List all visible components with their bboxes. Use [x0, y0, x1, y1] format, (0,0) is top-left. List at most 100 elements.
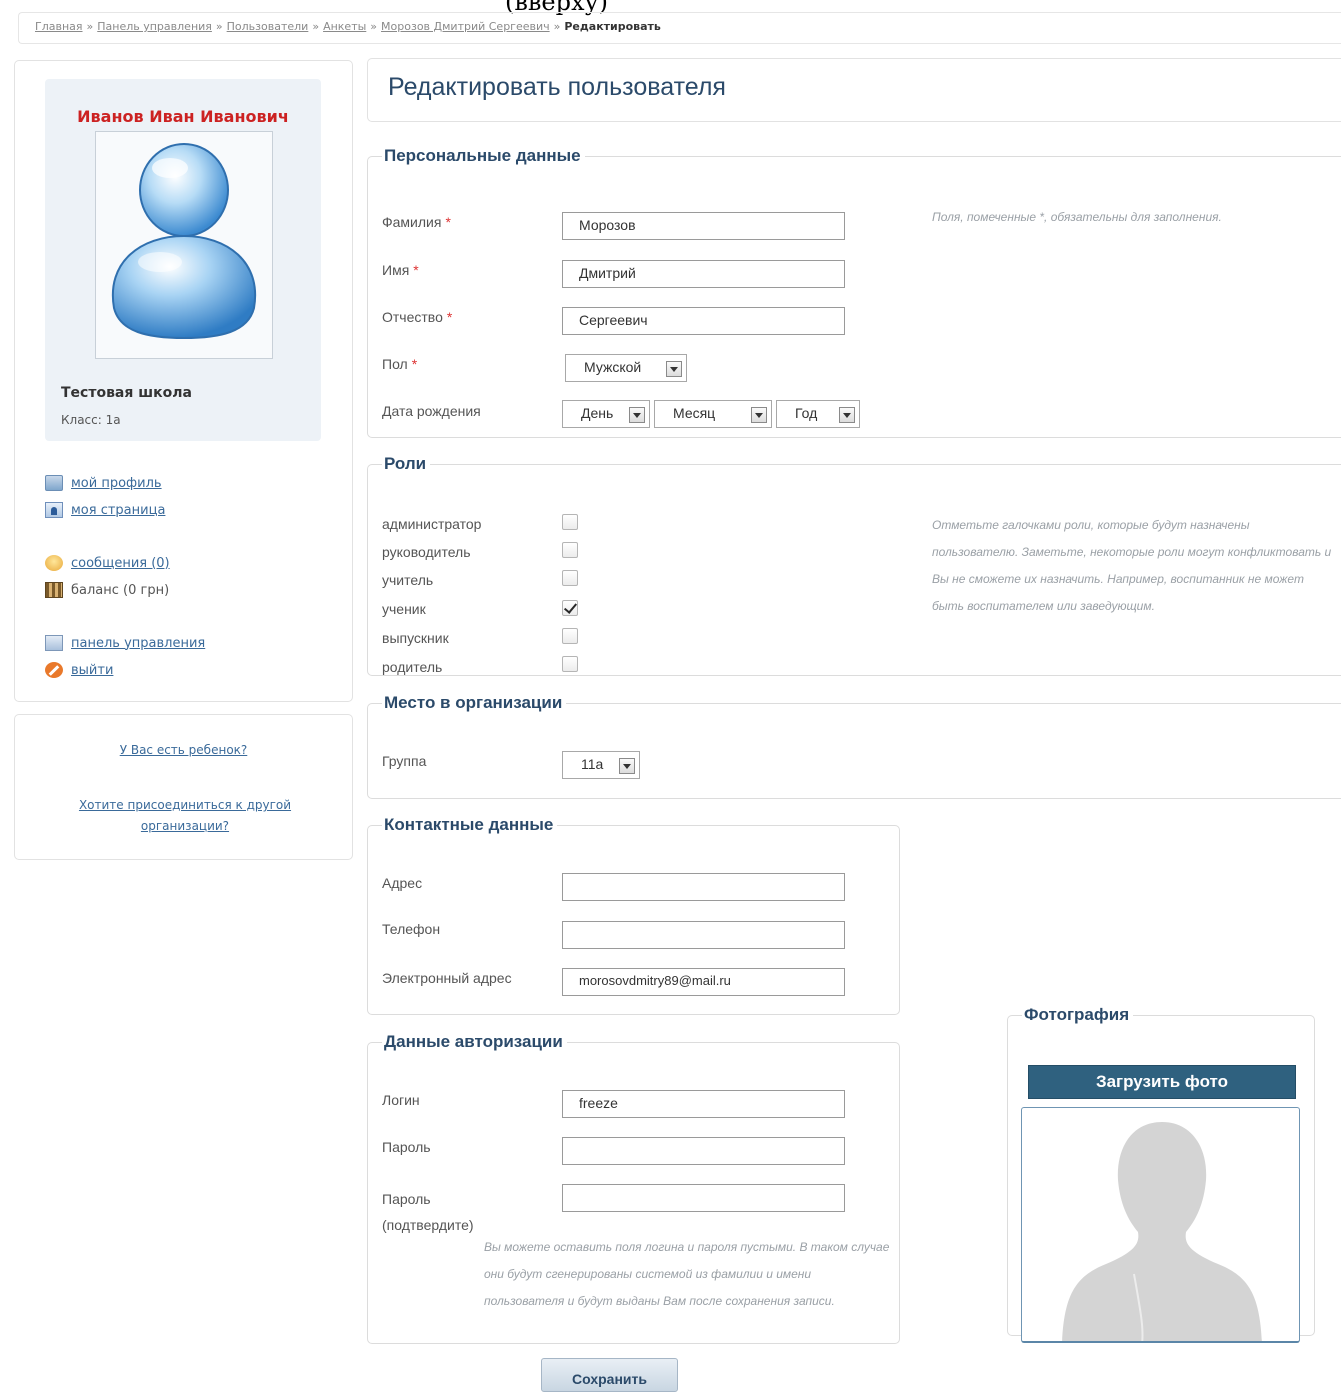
balance-icon — [45, 582, 63, 598]
photo-placeholder — [1021, 1107, 1300, 1343]
breadcrumb-separator: » — [215, 20, 223, 33]
nav-link-my-profile[interactable]: мой профиль — [71, 476, 162, 491]
group-select-value: 11а — [581, 756, 604, 772]
address-label: Адрес — [382, 875, 423, 891]
join-organization-link[interactable]: Хотите присоединиться к другой организац… — [79, 798, 291, 833]
role-checkbox-teacher[interactable] — [562, 570, 578, 586]
role-label-student: ученик — [382, 601, 426, 617]
breadcrumb-separator: » — [86, 20, 94, 33]
control-panel-icon — [45, 635, 63, 651]
password-field[interactable] — [562, 1137, 845, 1165]
breadcrumb: Главная» Панель управления» Пользователи» А… — [18, 12, 1341, 44]
personal-data-legend: Персональные данные — [384, 146, 581, 165]
user-page-icon — [45, 502, 63, 518]
phone-field[interactable] — [562, 921, 845, 949]
chevron-down-icon — [619, 758, 635, 774]
chevron-down-icon — [751, 407, 767, 423]
nav-link-messages[interactable]: сообщения (0) — [71, 556, 170, 571]
group-select[interactable]: 11а — [562, 751, 640, 779]
required-mark: * — [446, 309, 453, 325]
role-label-manager: руководитель — [382, 544, 471, 560]
class-label: Класс: 1а — [61, 413, 121, 427]
personal-data-section: Персональные данные Фамилия * Морозов Пол… — [367, 146, 1341, 438]
upload-photo-button[interactable]: Загрузить фото — [1028, 1065, 1296, 1099]
breadcrumb-separator: » — [312, 20, 320, 33]
lastname-field[interactable]: Морозов — [562, 212, 845, 240]
required-mark: * — [445, 214, 451, 230]
role-checkbox-manager[interactable] — [562, 542, 578, 558]
auth-section: Данные авторизации Логин freeze Пароль П… — [367, 1032, 900, 1344]
avatar — [95, 131, 273, 359]
gender-select[interactable]: Мужской — [565, 354, 687, 382]
gender-label: Пол * — [382, 356, 418, 372]
nav-link-logout[interactable]: выйти — [71, 663, 113, 678]
role-label-parent: родитель — [382, 659, 443, 675]
breadcrumb-link-control-panel[interactable]: Панель управления — [97, 20, 212, 33]
birth-year-value: Год — [795, 405, 818, 421]
nav-link-my-page[interactable]: моя страница — [71, 503, 165, 518]
firstname-field[interactable]: Дмитрий — [562, 260, 845, 288]
login-field[interactable]: freeze — [562, 1090, 845, 1118]
nav-item-messages[interactable]: сообщения (0) — [45, 555, 170, 571]
nav-item-balance: баланс (0 грн) — [45, 582, 169, 598]
role-label-graduate: выпускник — [382, 630, 449, 646]
nav-item-my-profile[interactable]: мой профиль — [45, 475, 162, 491]
lastname-label: Фамилия * — [382, 214, 451, 230]
breadcrumb-link-user[interactable]: Морозов Дмитрий Сергеевич — [381, 20, 550, 33]
birth-month-select[interactable]: Месяц — [654, 400, 772, 428]
group-label: Группа — [382, 753, 427, 769]
breadcrumb-current: Редактировать — [564, 20, 661, 33]
required-hint: Поля, помеченные *, обязательны для запо… — [932, 210, 1222, 224]
password-confirm-label: Пароль (подтвердите) — [382, 1191, 474, 1233]
required-mark: * — [411, 356, 418, 372]
photo-legend: Фотография — [1024, 1005, 1130, 1024]
role-checkbox-parent[interactable] — [562, 656, 578, 672]
role-checkbox-student[interactable] — [562, 600, 578, 616]
email-label: Электронный адрес — [382, 970, 512, 986]
organization-section: Место в организации Группа 11а — [367, 693, 1341, 799]
nav-link-control-panel[interactable]: панель управления — [71, 636, 205, 651]
profile-name: Иванов Иван Иванович — [77, 107, 289, 126]
breadcrumb-link-users[interactable]: Пользователи — [227, 20, 309, 33]
side-links-panel: У Вас есть ребенок? Хотите присоединитьс… — [14, 714, 353, 860]
gender-select-value: Мужской — [584, 359, 642, 375]
have-child-link[interactable]: У Вас есть ребенок? — [120, 743, 248, 757]
birth-month-value: Месяц — [673, 405, 716, 421]
birth-year-select[interactable]: Год — [776, 400, 860, 428]
role-label-teacher: учитель — [382, 572, 434, 588]
role-checkbox-graduate[interactable] — [562, 628, 578, 644]
contacts-legend: Контактные данные — [384, 815, 554, 834]
auth-hint: Вы можете оставить поля логина и пароля … — [484, 1240, 890, 1308]
required-mark: * — [413, 262, 419, 278]
page-title: Редактировать пользователя — [388, 73, 726, 101]
birth-day-value: День — [581, 405, 614, 421]
breadcrumb-separator: » — [370, 20, 378, 33]
birth-day-select[interactable]: День — [562, 400, 650, 428]
organization-legend: Место в организации — [384, 693, 563, 712]
chevron-down-icon — [629, 407, 645, 423]
chevron-down-icon — [666, 361, 682, 377]
nav-item-my-page[interactable]: моя страница — [45, 502, 165, 518]
nav-item-logout[interactable]: выйти — [45, 662, 113, 678]
chevron-down-icon — [839, 407, 855, 423]
roles-hint: Отметьте галочками роли, которые будут н… — [932, 518, 1332, 613]
password-confirm-field[interactable] — [562, 1184, 845, 1212]
user-avatar-icon — [111, 143, 257, 340]
roles-legend: Роли — [384, 454, 427, 473]
balance-text: баланс (0 грн) — [71, 582, 170, 598]
breadcrumb-link-profiles[interactable]: Анкеты — [323, 20, 366, 33]
page-title-box: Редактировать пользователя — [367, 58, 1341, 122]
email-field[interactable]: morosovdmitry89@mail.ru — [562, 968, 845, 996]
nav-item-control-panel[interactable]: панель управления — [45, 635, 205, 651]
birthdate-label: Дата рождения — [382, 403, 481, 419]
save-button[interactable]: Сохранить — [541, 1358, 678, 1392]
firstname-label: Имя * — [382, 262, 419, 278]
profile-panel: Иванов Иван Иванович Тестовая школа Клас… — [14, 60, 353, 702]
breadcrumb-link-home[interactable]: Главная — [35, 20, 83, 33]
address-field[interactable] — [562, 873, 845, 901]
roles-section: Роли администратор руководитель учитель … — [367, 454, 1341, 676]
role-label-admin: администратор — [382, 516, 482, 532]
patronymic-field[interactable]: Сергеевич — [562, 307, 845, 335]
role-checkbox-admin[interactable] — [562, 514, 578, 530]
photo-section: Фотография Загрузить фото — [1007, 1005, 1315, 1343]
